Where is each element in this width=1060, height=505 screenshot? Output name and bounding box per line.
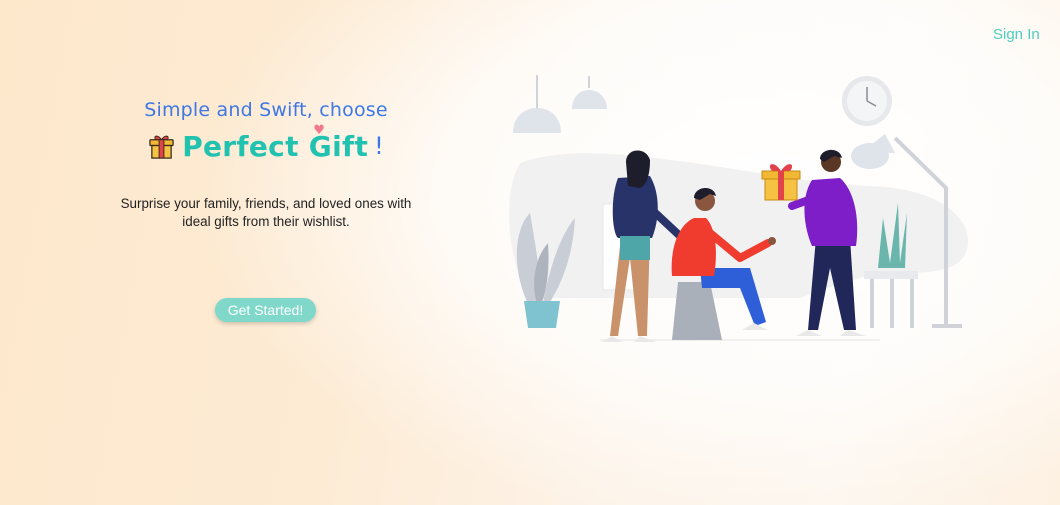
gift-icon — [149, 135, 174, 159]
hero-title-suffix: ! — [374, 132, 384, 160]
hero-description: Surprise your family, friends, and loved… — [105, 195, 427, 231]
hero-title-text: Perfect Gift ♥ — [182, 122, 369, 163]
hero-subtitle: Simple and Swift, choose — [144, 99, 388, 121]
get-started-button[interactable]: Get Started! — [215, 298, 316, 322]
gift-giving-illustration — [509, 75, 969, 342]
hero-description-line-1: Surprise your family, friends, and loved… — [120, 196, 412, 211]
sign-in-link[interactable]: Sign In — [993, 26, 1040, 43]
hero-description-line-2: ideal gifts from their wishlist. — [182, 214, 350, 229]
hero-text: Simple and Swift, choose Perfect Gift ♥ … — [105, 96, 427, 231]
heart-icon: ♥ — [313, 122, 326, 138]
hero-title: Perfect Gift ♥ ! — [105, 122, 427, 166]
